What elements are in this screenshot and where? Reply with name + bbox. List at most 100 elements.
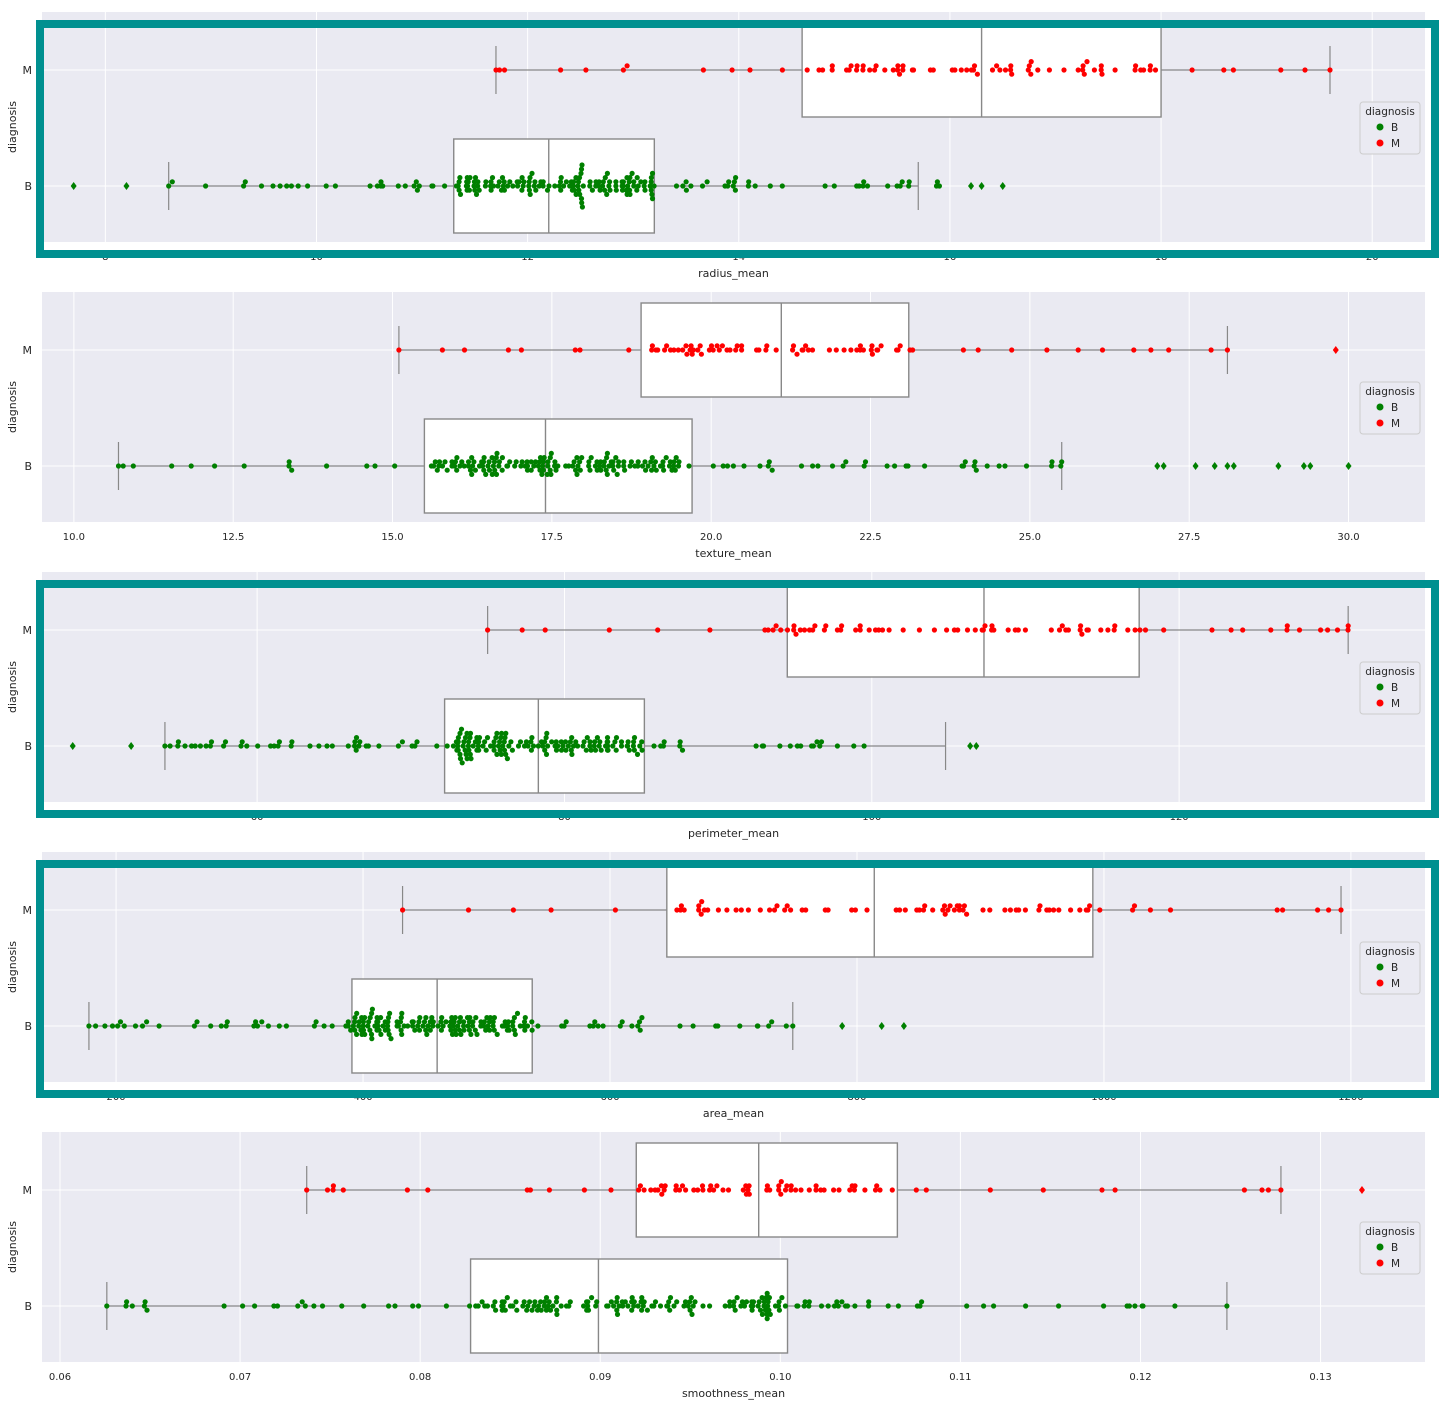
data-point-B [493, 471, 500, 477]
legend-entry-M: M [1391, 698, 1400, 710]
x-tick-label: 0.12 [1129, 1372, 1151, 1383]
data-point-B [618, 739, 625, 745]
data-point-M [1125, 627, 1131, 633]
data-point-B [604, 471, 610, 477]
data-point-M [425, 1187, 431, 1193]
data-point-M [974, 71, 981, 77]
data-point-B [726, 179, 732, 185]
data-point-B [491, 1027, 497, 1033]
data-point-M [1152, 67, 1159, 73]
data-point-B [652, 459, 659, 465]
x-tick-label: 0.08 [409, 1372, 431, 1383]
data-point-M [804, 67, 810, 73]
data-point-M [829, 63, 835, 69]
data-point-B [611, 467, 617, 473]
data-point-M [724, 907, 730, 913]
data-point-B [369, 1036, 375, 1042]
data-point-B [508, 739, 514, 745]
data-point-B [305, 183, 311, 189]
data-point-M [1016, 907, 1022, 913]
data-point-B [489, 175, 496, 181]
data-point-B [795, 1303, 801, 1309]
data-point-M [955, 627, 961, 633]
data-point-B [504, 1295, 510, 1301]
data-point-B [430, 1019, 436, 1025]
data-point-B [509, 747, 515, 753]
chart-panel-texture-mean: 10.0 12.5 15.0 17.5 20.0 22.5 25.0 27.5 30.0MBte… [6, 292, 1425, 560]
data-point-B [589, 1295, 595, 1301]
data-point-B [587, 179, 593, 185]
data-point-M [696, 903, 702, 909]
data-point-M [746, 1191, 752, 1197]
data-point-B [470, 1019, 476, 1025]
data-point-B [614, 1295, 620, 1301]
data-point-B [834, 743, 841, 749]
data-point-B [423, 1015, 429, 1021]
data-point-B [514, 1010, 521, 1017]
data-point-B [86, 1023, 92, 1029]
data-point-M [720, 1187, 726, 1193]
data-point-B [467, 1303, 473, 1309]
data-point-B [851, 743, 857, 749]
data-point-B [395, 183, 401, 189]
data-point-B [996, 463, 1002, 469]
legend-marker-M [1376, 139, 1384, 147]
data-point-B [443, 1019, 449, 1025]
data-point-B [329, 1023, 335, 1029]
data-point-M [961, 903, 968, 909]
data-point-B [516, 179, 522, 185]
data-point-B [798, 743, 804, 749]
data-point-B [353, 735, 360, 741]
data-point-B [494, 450, 500, 456]
data-point-B [661, 467, 667, 473]
x-tick-label: 15.0 [381, 532, 403, 543]
data-point-M [864, 907, 870, 913]
data-point-B [642, 459, 648, 465]
y-axis-label: diagnosis [6, 101, 19, 153]
data-point-B [369, 1006, 375, 1012]
data-point-B [323, 183, 329, 189]
data-point-B [627, 191, 633, 197]
data-point-B [1101, 1303, 1107, 1309]
data-point-M [1091, 67, 1097, 73]
data-point-B [619, 1019, 625, 1025]
data-point-B [392, 463, 398, 469]
data-point-B [635, 1303, 641, 1309]
data-point-B [240, 1303, 246, 1309]
data-point-M [809, 347, 816, 353]
y-tick-label: B [24, 180, 32, 193]
data-point-B [274, 1303, 281, 1309]
data-point-B [501, 187, 507, 193]
legend-marker-B [1376, 963, 1384, 971]
data-point-B [575, 743, 581, 749]
data-point-B [492, 1299, 498, 1305]
data-point-B [469, 471, 475, 477]
data-point-B [444, 467, 450, 473]
data-point-B [981, 1303, 987, 1309]
data-point-M [683, 1187, 689, 1193]
data-point-B [611, 1303, 617, 1309]
data-point-B [345, 1019, 351, 1025]
data-point-B [169, 463, 175, 469]
data-point-M [396, 347, 402, 353]
data-point-M [836, 1187, 842, 1193]
data-point-B [115, 1023, 121, 1029]
data-point-M [910, 67, 917, 73]
data-point-B [527, 1299, 533, 1305]
data-point-B [521, 1299, 527, 1305]
x-tick-label: 0.06 [49, 1372, 71, 1383]
data-point-B [732, 187, 739, 193]
data-point-B [783, 1023, 789, 1029]
data-point-M [900, 63, 906, 69]
legend-entry-M: M [1391, 1258, 1400, 1270]
data-point-B [964, 1303, 970, 1309]
data-point-B [614, 471, 620, 477]
data-point-B [1140, 1303, 1146, 1309]
data-point-M [548, 907, 554, 913]
data-point-M [1133, 63, 1139, 69]
data-point-B [265, 1023, 271, 1029]
data-point-M [681, 907, 687, 913]
data-point-B [558, 1303, 564, 1309]
data-point-M [1075, 67, 1081, 73]
data-point-M [989, 67, 996, 73]
